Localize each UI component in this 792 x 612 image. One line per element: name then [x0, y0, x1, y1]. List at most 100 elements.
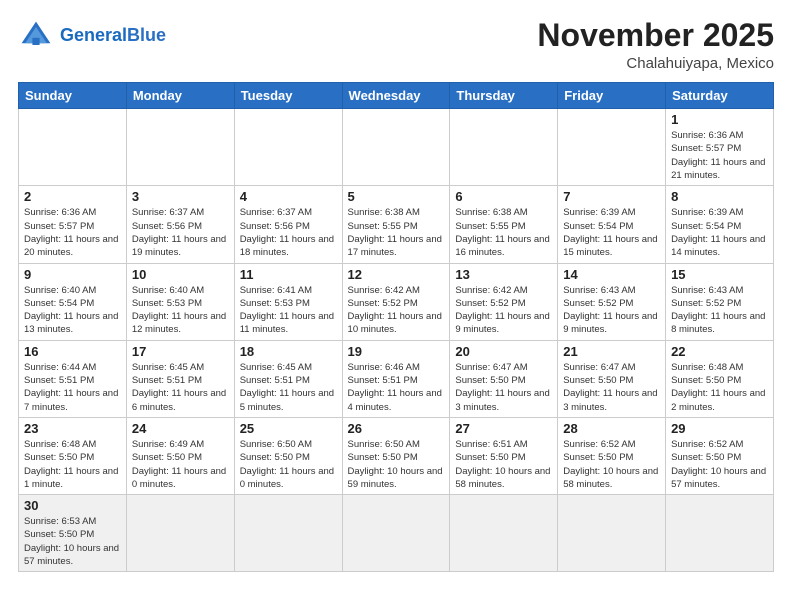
calendar-cell: 7 Sunrise: 6:39 AM Sunset: 5:54 PM Daylig…	[558, 186, 666, 263]
calendar-cell	[126, 495, 234, 572]
day-info: Sunrise: 6:48 AM Sunset: 5:50 PM Dayligh…	[24, 438, 121, 491]
calendar-cell: 3 Sunrise: 6:37 AM Sunset: 5:56 PM Daylig…	[126, 186, 234, 263]
calendar-week-5: 30Sunrise: 6:53 AM Sunset: 5:50 PM Dayli…	[19, 495, 774, 572]
day-info: Sunrise: 6:38 AM Sunset: 5:55 PM Dayligh…	[348, 206, 445, 259]
col-header-monday: Monday	[126, 83, 234, 109]
day-number: 8	[671, 189, 768, 204]
logo-icon	[18, 18, 54, 54]
day-info: Sunrise: 6:49 AM Sunset: 5:50 PM Dayligh…	[132, 438, 229, 491]
col-header-sunday: Sunday	[19, 83, 127, 109]
day-number: 27	[455, 421, 552, 436]
day-info: Sunrise: 6:39 AM Sunset: 5:54 PM Dayligh…	[563, 206, 660, 259]
calendar-week-0: 1Sunrise: 6:36 AM Sunset: 5:57 PM Daylig…	[19, 109, 774, 186]
calendar-cell: 20Sunrise: 6:47 AM Sunset: 5:50 PM Dayli…	[450, 340, 558, 417]
calendar-cell: 6Sunrise: 6:38 AM Sunset: 5:55 PM Daylig…	[450, 186, 558, 263]
calendar-table: SundayMondayTuesdayWednesdayThursdayFrid…	[18, 82, 774, 572]
calendar-cell: 23 Sunrise: 6:48 AM Sunset: 5:50 PM Dayli…	[19, 417, 127, 494]
day-number: 21	[563, 344, 660, 359]
calendar-week-4: 23 Sunrise: 6:48 AM Sunset: 5:50 PM Dayli…	[19, 417, 774, 494]
day-number: 13	[455, 267, 552, 282]
day-info: Sunrise: 6:37 AM Sunset: 5:56 PM Dayligh…	[240, 206, 337, 259]
day-number: 10	[132, 267, 229, 282]
calendar-week-1: 2 Sunrise: 6:36 AM Sunset: 5:57 PM Daylig…	[19, 186, 774, 263]
calendar-cell: 30Sunrise: 6:53 AM Sunset: 5:50 PM Dayli…	[19, 495, 127, 572]
day-info: Sunrise: 6:47 AM Sunset: 5:50 PM Dayligh…	[563, 361, 660, 414]
day-number: 23	[24, 421, 121, 436]
day-info: Sunrise: 6:40 AM Sunset: 5:53 PM Dayligh…	[132, 284, 229, 337]
day-number: 4	[240, 189, 337, 204]
calendar-cell: 4 Sunrise: 6:37 AM Sunset: 5:56 PM Daylig…	[234, 186, 342, 263]
logo-text: GeneralBlue	[60, 26, 166, 46]
day-number: 15	[671, 267, 768, 282]
day-info: Sunrise: 6:46 AM Sunset: 5:51 PM Dayligh…	[348, 361, 445, 414]
day-number: 9	[24, 267, 121, 282]
day-number: 3	[132, 189, 229, 204]
month-title: November 2025	[537, 18, 774, 53]
col-header-friday: Friday	[558, 83, 666, 109]
day-number: 18	[240, 344, 337, 359]
day-number: 5	[348, 189, 445, 204]
calendar-cell	[558, 495, 666, 572]
day-number: 26	[348, 421, 445, 436]
day-number: 28	[563, 421, 660, 436]
calendar-cell: 14Sunrise: 6:43 AM Sunset: 5:52 PM Dayli…	[558, 263, 666, 340]
day-info: Sunrise: 6:44 AM Sunset: 5:51 PM Dayligh…	[24, 361, 121, 414]
day-number: 12	[348, 267, 445, 282]
logo: GeneralBlue	[18, 18, 166, 54]
day-number: 17	[132, 344, 229, 359]
col-header-tuesday: Tuesday	[234, 83, 342, 109]
calendar-cell: 15Sunrise: 6:43 AM Sunset: 5:52 PM Dayli…	[666, 263, 774, 340]
day-number: 7	[563, 189, 660, 204]
calendar-cell: 8 Sunrise: 6:39 AM Sunset: 5:54 PM Daylig…	[666, 186, 774, 263]
day-info: Sunrise: 6:40 AM Sunset: 5:54 PM Dayligh…	[24, 284, 121, 337]
logo-general: General	[60, 25, 127, 45]
page: GeneralBlue November 2025 Chalahuiyapa, …	[0, 0, 792, 612]
day-info: Sunrise: 6:42 AM Sunset: 5:52 PM Dayligh…	[455, 284, 552, 337]
day-info: Sunrise: 6:37 AM Sunset: 5:56 PM Dayligh…	[132, 206, 229, 259]
day-info: Sunrise: 6:52 AM Sunset: 5:50 PM Dayligh…	[563, 438, 660, 491]
day-info: Sunrise: 6:52 AM Sunset: 5:50 PM Dayligh…	[671, 438, 768, 491]
day-number: 20	[455, 344, 552, 359]
day-number: 14	[563, 267, 660, 282]
calendar-header-row: SundayMondayTuesdayWednesdayThursdayFrid…	[19, 83, 774, 109]
calendar-cell: 13 Sunrise: 6:42 AM Sunset: 5:52 PM Dayli…	[450, 263, 558, 340]
calendar-cell: 1Sunrise: 6:36 AM Sunset: 5:57 PM Daylig…	[666, 109, 774, 186]
day-info: Sunrise: 6:36 AM Sunset: 5:57 PM Dayligh…	[671, 129, 768, 182]
calendar-cell: 5 Sunrise: 6:38 AM Sunset: 5:55 PM Daylig…	[342, 186, 450, 263]
calendar-cell: 11Sunrise: 6:41 AM Sunset: 5:53 PM Dayli…	[234, 263, 342, 340]
calendar-cell: 19Sunrise: 6:46 AM Sunset: 5:51 PM Dayli…	[342, 340, 450, 417]
day-number: 2	[24, 189, 121, 204]
calendar-cell: 25Sunrise: 6:50 AM Sunset: 5:50 PM Dayli…	[234, 417, 342, 494]
day-info: Sunrise: 6:45 AM Sunset: 5:51 PM Dayligh…	[240, 361, 337, 414]
day-info: Sunrise: 6:36 AM Sunset: 5:57 PM Dayligh…	[24, 206, 121, 259]
day-info: Sunrise: 6:50 AM Sunset: 5:50 PM Dayligh…	[348, 438, 445, 491]
day-number: 30	[24, 498, 121, 513]
header: GeneralBlue November 2025 Chalahuiyapa, …	[18, 18, 774, 72]
calendar-cell: 10 Sunrise: 6:40 AM Sunset: 5:53 PM Dayli…	[126, 263, 234, 340]
calendar-cell: 24Sunrise: 6:49 AM Sunset: 5:50 PM Dayli…	[126, 417, 234, 494]
calendar-cell: 16 Sunrise: 6:44 AM Sunset: 5:51 PM Dayli…	[19, 340, 127, 417]
calendar-cell: 12Sunrise: 6:42 AM Sunset: 5:52 PM Dayli…	[342, 263, 450, 340]
calendar-cell: 22Sunrise: 6:48 AM Sunset: 5:50 PM Dayli…	[666, 340, 774, 417]
col-header-wednesday: Wednesday	[342, 83, 450, 109]
day-info: Sunrise: 6:39 AM Sunset: 5:54 PM Dayligh…	[671, 206, 768, 259]
calendar-cell: 27Sunrise: 6:51 AM Sunset: 5:50 PM Dayli…	[450, 417, 558, 494]
col-header-thursday: Thursday	[450, 83, 558, 109]
calendar-cell: 29Sunrise: 6:52 AM Sunset: 5:50 PM Dayli…	[666, 417, 774, 494]
day-info: Sunrise: 6:38 AM Sunset: 5:55 PM Dayligh…	[455, 206, 552, 259]
day-number: 16	[24, 344, 121, 359]
calendar-cell	[342, 109, 450, 186]
col-header-saturday: Saturday	[666, 83, 774, 109]
calendar-cell: 26 Sunrise: 6:50 AM Sunset: 5:50 PM Dayli…	[342, 417, 450, 494]
calendar-cell	[558, 109, 666, 186]
day-number: 25	[240, 421, 337, 436]
calendar-cell: 2 Sunrise: 6:36 AM Sunset: 5:57 PM Daylig…	[19, 186, 127, 263]
day-info: Sunrise: 6:45 AM Sunset: 5:51 PM Dayligh…	[132, 361, 229, 414]
calendar-cell: 21 Sunrise: 6:47 AM Sunset: 5:50 PM Dayli…	[558, 340, 666, 417]
calendar-cell: 17 Sunrise: 6:45 AM Sunset: 5:51 PM Dayli…	[126, 340, 234, 417]
calendar-cell	[450, 109, 558, 186]
logo-blue: Blue	[127, 25, 166, 45]
day-number: 11	[240, 267, 337, 282]
title-block: November 2025 Chalahuiyapa, Mexico	[537, 18, 774, 72]
calendar-cell	[234, 495, 342, 572]
